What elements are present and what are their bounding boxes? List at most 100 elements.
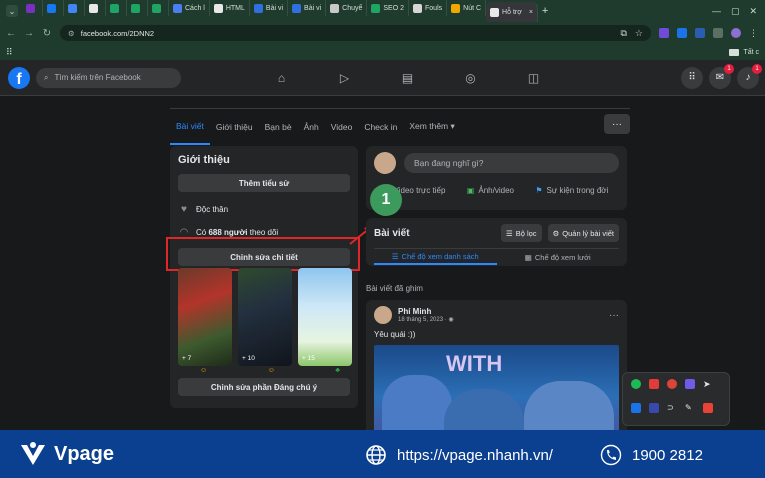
profile-more-button[interactable]: ···	[604, 114, 630, 134]
photo-video-button[interactable]: ▣ Ảnh/video	[467, 186, 514, 195]
ext-blue-square-icon[interactable]	[631, 403, 641, 413]
browser-tab[interactable]: Fouls	[409, 0, 448, 16]
profile-tab[interactable]: Check in	[358, 109, 403, 145]
browser-tab[interactable]	[127, 0, 148, 16]
grid-icon: ▦	[524, 252, 532, 262]
ext-feather-icon[interactable]	[685, 379, 695, 389]
followers-text: Có 688 người theo dõi	[196, 228, 278, 237]
spotify-icon[interactable]	[631, 379, 641, 389]
tab-favicon-icon	[173, 3, 182, 13]
highlight-box	[166, 237, 360, 271]
profile-tab[interactable]: Video	[325, 109, 359, 145]
featured-photo-2[interactable]: + 10	[238, 268, 292, 366]
tab-favicon-icon	[68, 3, 77, 13]
extension-check-icon[interactable]	[677, 28, 687, 38]
browser-tab[interactable]	[106, 0, 127, 16]
browser-tab[interactable]	[64, 0, 85, 16]
post-author-avatar[interactable]	[374, 306, 392, 324]
filter-button[interactable]: ☰ Bộ lọc	[500, 224, 542, 242]
browser-tab[interactable]: Bài vi	[250, 0, 289, 16]
extension-blue-icon[interactable]	[695, 28, 705, 38]
ext-link-icon[interactable]: ⊃	[667, 403, 677, 413]
vpage-url[interactable]: https://vpage.nhanh.vn/	[365, 444, 553, 466]
reload-icon[interactable]: ↻	[42, 28, 52, 39]
tab-favicon-icon	[490, 7, 500, 17]
post-date[interactable]: 18 tháng 5, 2023 · ◉	[398, 316, 454, 323]
vpage-phone[interactable]: 1900 2812	[600, 444, 703, 466]
minimize-icon[interactable]: —	[712, 6, 721, 17]
followers-count[interactable]: 688 người	[208, 228, 247, 237]
facebook-logo-icon[interactable]: f	[8, 66, 30, 89]
back-icon[interactable]: ←	[6, 28, 16, 39]
home-icon[interactable]: ⌂	[250, 60, 313, 96]
browser-tab[interactable]: Cách l	[169, 0, 210, 16]
browser-tab[interactable]: SEO 2	[367, 0, 410, 16]
profile-tab[interactable]: Xem thêm ▾	[403, 109, 460, 145]
browser-tab-label: Bài vi	[304, 4, 322, 12]
composer-input[interactable]: Bạn đang nghĩ gì?	[404, 153, 619, 173]
groups-icon[interactable]: ◎	[439, 60, 502, 96]
maximize-icon[interactable]: ▢	[731, 6, 740, 17]
ext-red-icon[interactable]	[649, 379, 659, 389]
avatar[interactable]	[374, 152, 396, 174]
gaming-icon[interactable]: ◫	[502, 60, 565, 96]
browser-tab[interactable]	[85, 0, 106, 16]
browser-tab[interactable]: Chuyể	[326, 0, 368, 16]
menu-grid-icon[interactable]: ⠿	[681, 66, 703, 89]
browser-tab[interactable]: HTML	[210, 0, 250, 16]
emoji-icon-3: ♣	[335, 367, 340, 374]
browser-tab[interactable]: Hỗ trợ ×	[486, 2, 538, 22]
extension-purple-icon[interactable]	[659, 28, 669, 38]
tab-search-icon[interactable]: ⌄	[6, 5, 18, 17]
posts-title: Bài viết	[374, 227, 410, 239]
close-window-icon[interactable]: ✕	[749, 6, 757, 17]
ext-pen-icon[interactable]: ✎	[685, 403, 695, 413]
window-controls: — ▢ ✕	[712, 6, 765, 17]
profile-tab[interactable]: Bài viết	[170, 109, 210, 145]
marketplace-icon[interactable]: ▤	[376, 60, 439, 96]
bookmark-star-icon[interactable]: ☆	[635, 28, 643, 39]
profile-tab[interactable]: Ảnh	[298, 109, 325, 145]
notifications-icon[interactable]: ♪ 1	[737, 63, 762, 89]
video-icon[interactable]: ▷	[313, 60, 376, 96]
ext-shield-icon[interactable]	[649, 403, 659, 413]
profile-tab[interactable]: Giới thiệu	[210, 109, 259, 145]
ext-gmail-icon[interactable]	[703, 403, 713, 413]
profile-tab[interactable]: Bạn bè	[259, 109, 298, 145]
messenger-icon[interactable]: ✉ 1	[709, 63, 734, 89]
url-text: facebook.com/2DNN2	[80, 28, 155, 38]
menu-kebab-icon[interactable]: ⋮	[749, 28, 759, 38]
add-bio-button[interactable]: Thêm tiểu sử	[178, 174, 350, 192]
extensions-area: ⋮	[659, 28, 759, 38]
browser-tab[interactable]	[22, 0, 43, 16]
manage-posts-button[interactable]: ⚙ Quản lý bài viết	[547, 224, 619, 242]
apps-grid-icon[interactable]: ⠿	[6, 47, 13, 58]
featured-photos: + 7 + 10 + 15	[178, 268, 352, 366]
url-input[interactable]: ⚙ facebook.com/2DNN2 ⧉ ☆	[60, 25, 651, 41]
edit-featured-button[interactable]: Chỉnh sửa phần Đáng chú ý	[178, 378, 350, 396]
forward-icon[interactable]: →	[24, 28, 34, 39]
post-author-name[interactable]: Phí Minh	[398, 307, 454, 316]
telegram-icon[interactable]: ➤	[703, 379, 713, 389]
post-options-button[interactable]: ···	[609, 310, 619, 321]
install-icon[interactable]: ⧉	[620, 28, 626, 39]
tab-list-view[interactable]: ☰ Chế độ xem danh sách	[374, 249, 497, 265]
browser-tab[interactable]: Bài vi	[288, 0, 327, 16]
browser-tab[interactable]	[148, 0, 169, 16]
all-bookmarks-button[interactable]: Tất c	[729, 48, 759, 56]
ext-chrome-icon[interactable]	[667, 379, 677, 389]
new-tab-button[interactable]: +	[542, 5, 548, 17]
browser-tab[interactable]	[43, 0, 64, 16]
featured-photo-3[interactable]: + 15	[298, 268, 352, 366]
featured-photo-1[interactable]: + 7	[178, 268, 232, 366]
profile-icon[interactable]	[731, 28, 741, 38]
extensions-puzzle-icon[interactable]	[713, 28, 723, 38]
facebook-search-input[interactable]: ⌕ Tìm kiếm trên Facebook	[36, 67, 181, 88]
site-info-icon[interactable]: ⚙	[68, 29, 75, 38]
life-event-button[interactable]: ⚑ Sự kiện trong đời	[535, 186, 608, 195]
tab-grid-view[interactable]: ▦ Chế độ xem lưới	[497, 249, 620, 265]
tab-favicon-icon	[213, 3, 223, 13]
view-mode-tabs: ☰ Chế độ xem danh sách ▦ Chế độ xem lưới	[374, 248, 619, 265]
close-tab-icon[interactable]: ×	[529, 9, 533, 16]
browser-tab[interactable]: Nút C	[447, 0, 487, 16]
